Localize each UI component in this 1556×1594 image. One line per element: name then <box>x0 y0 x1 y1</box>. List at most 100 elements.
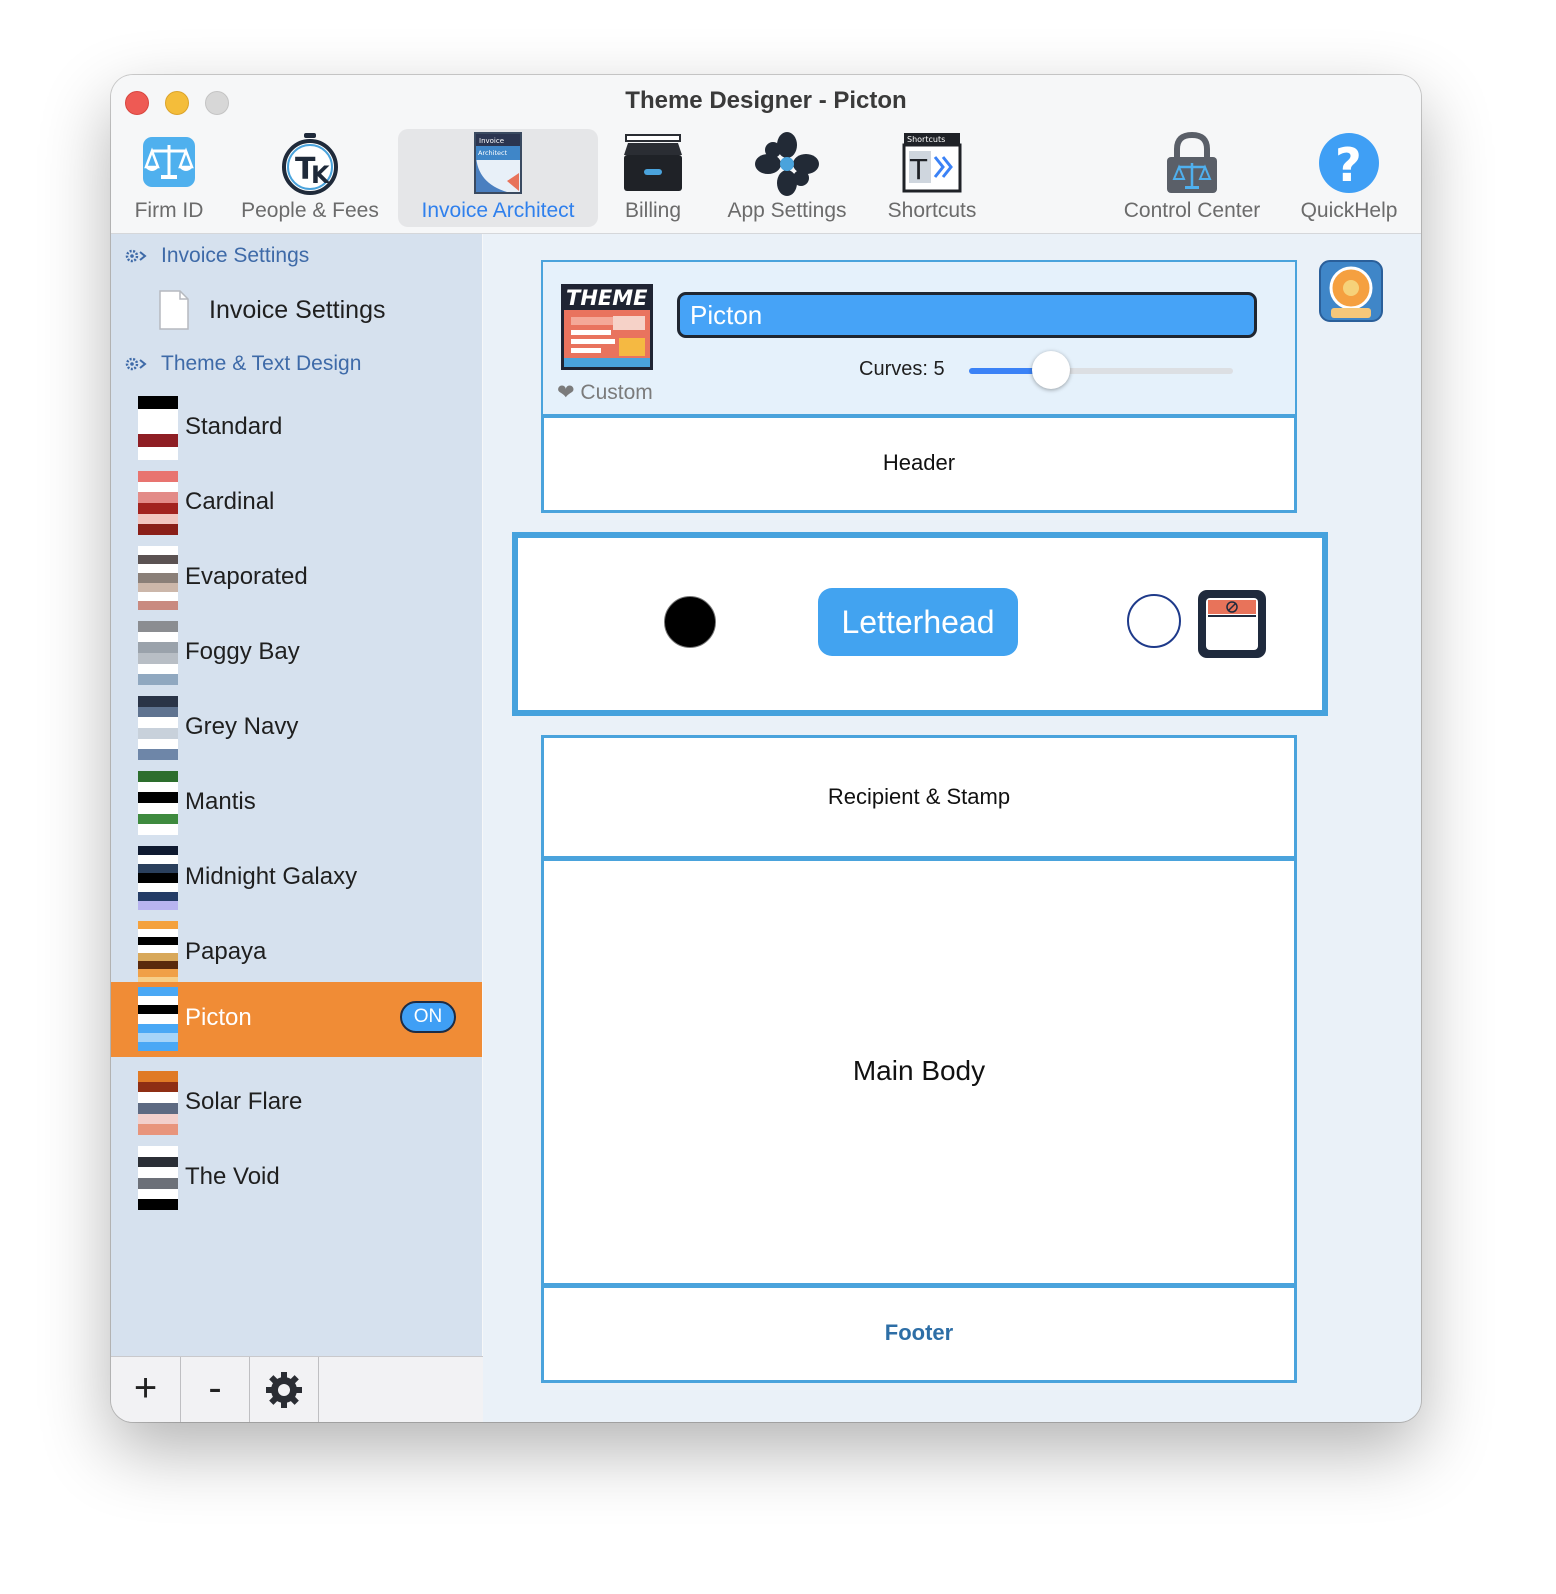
toolbar-label: People & Fees <box>241 199 379 222</box>
gear-icon <box>266 1372 302 1408</box>
swatch-stripe <box>138 582 178 592</box>
invoice-text: Invoice <box>479 137 504 145</box>
swatch-stripe <box>138 945 178 953</box>
architect-text: Architect <box>478 149 508 157</box>
add-theme-button[interactable]: + <box>111 1357 181 1422</box>
swatch-stripe <box>138 447 178 460</box>
main-body-label: Main Body <box>852 1055 986 1086</box>
toolbar-firm-id[interactable]: Firm ID <box>121 129 217 227</box>
swatch-stripe <box>138 1081 178 1093</box>
curves-slider[interactable] <box>969 351 1233 389</box>
theme-item[interactable]: Standard <box>111 391 482 466</box>
theme-swatch-icon <box>138 771 178 836</box>
toolbar-people-fees[interactable]: T K People & Fees <box>229 129 391 227</box>
theme-item[interactable]: Mantis <box>111 766 482 841</box>
curves-slider-knob[interactable] <box>1031 351 1070 389</box>
theme-name: Mantis <box>185 788 256 815</box>
swatch-stripe <box>138 471 178 482</box>
theme-item[interactable]: Papaya <box>111 916 482 991</box>
swatch-stripe <box>138 1146 178 1157</box>
sidebar-bottom-bar: + - <box>111 1356 484 1422</box>
theme-item[interactable]: Cardinal <box>111 466 482 541</box>
swatch-stripe <box>138 573 178 583</box>
theme-logo-icon: THEME <box>561 284 653 370</box>
swatch-stripe <box>138 421 178 435</box>
swatch-stripe <box>138 642 178 654</box>
toolbar-app-settings[interactable]: App Settings <box>716 129 858 227</box>
theme-item[interactable]: Midnight Galaxy <box>111 841 482 916</box>
theme-name: Midnight Galaxy <box>185 863 358 890</box>
letterhead-radio-filled[interactable] <box>664 596 716 648</box>
window-title: Theme Designer - Picton <box>625 87 907 114</box>
swatch-stripe <box>138 728 178 739</box>
toolbar-shortcuts[interactable]: Shortcuts T Shortcuts <box>871 129 993 227</box>
theme-item[interactable]: Evaporated <box>111 541 482 616</box>
theme-swatch-icon <box>138 921 178 985</box>
gear-chevron-icon <box>125 249 147 263</box>
toolbar-label: App Settings <box>727 199 847 222</box>
toolbar-quickhelp[interactable]: ? QuickHelp <box>1289 129 1409 227</box>
active-theme-badge: ON <box>400 1001 456 1033</box>
swatch-stripe <box>138 653 178 664</box>
theme-item[interactable]: Grey Navy <box>111 691 482 766</box>
swatch-stripe <box>138 891 178 901</box>
theme-swatch-icon <box>138 846 178 910</box>
swatch-stripe <box>138 1041 178 1051</box>
swatch-stripe <box>138 749 178 761</box>
main-body-section[interactable]: Main Body <box>541 858 1297 1286</box>
header-section[interactable]: Header <box>541 415 1297 513</box>
theme-item[interactable]: Solar Flare <box>111 1066 482 1141</box>
swatch-stripe <box>138 929 178 937</box>
letterhead-button[interactable]: Letterhead <box>818 588 1018 656</box>
preview-badge-icon[interactable] <box>1319 260 1383 322</box>
toolbar-invoice-architect[interactable]: Invoice Architect Invoice Architect <box>398 129 598 227</box>
recipient-stamp-section[interactable]: Recipient & Stamp <box>541 735 1297 859</box>
swatch-stripe <box>138 434 178 448</box>
remove-theme-button[interactable]: - <box>181 1357 250 1422</box>
swatch-stripe <box>138 696 178 707</box>
theme-name: Picton <box>185 1004 252 1031</box>
swatch-stripe <box>138 564 178 574</box>
swatch-stripe <box>138 882 178 892</box>
swatch-stripe <box>138 855 178 865</box>
footer-section[interactable]: Footer <box>541 1285 1297 1383</box>
theme-item[interactable]: Picton ON <box>111 982 482 1057</box>
swatch-stripe <box>138 396 178 409</box>
theme-name: Solar Flare <box>185 1088 303 1115</box>
swatch-stripe <box>138 1156 178 1168</box>
gear-chevron-icon <box>125 357 147 371</box>
sidebar-section-theme-text-design[interactable]: Theme & Text Design <box>125 352 361 376</box>
swatch-stripe <box>138 706 178 718</box>
settings-button[interactable] <box>250 1357 319 1422</box>
swatch-stripe <box>138 663 178 675</box>
sidebar-item-invoice-settings[interactable]: Invoice Settings <box>159 288 386 332</box>
theme-logo-text: THEME <box>566 286 648 310</box>
swatch-stripe <box>138 738 178 750</box>
custom-label: ❤ Custom <box>557 381 653 404</box>
swatch-stripe <box>138 1188 178 1200</box>
sidebar-section-invoice-settings[interactable]: Invoice Settings <box>125 244 309 268</box>
theme-name: Grey Navy <box>185 713 299 740</box>
swatch-stripe <box>138 846 178 856</box>
swatch-stripe <box>138 555 178 565</box>
swatch-stripe <box>138 873 178 883</box>
swatch-stripe <box>138 674 178 686</box>
swatch-stripe <box>138 996 178 1006</box>
theme-swatch-icon <box>138 621 178 686</box>
theme-name: Standard <box>185 413 283 440</box>
theme-item[interactable]: Foggy Bay <box>111 616 482 691</box>
flower-gear-icon <box>755 132 819 196</box>
toolbar-label: Invoice Architect <box>421 199 575 222</box>
theme-name: Papaya <box>185 938 267 965</box>
lock-scales-icon <box>1167 131 1217 193</box>
toolbar-billing[interactable]: Billing <box>605 129 701 227</box>
swatch-stripe <box>138 1023 178 1033</box>
swatch-stripe <box>138 717 178 729</box>
toolbar-control-center[interactable]: Control Center <box>1111 129 1273 227</box>
letterhead-radio-empty[interactable] <box>1127 594 1181 648</box>
layout-preview-icon[interactable] <box>1196 588 1268 660</box>
theme-item[interactable]: The Void <box>111 1141 482 1216</box>
shortcuts-icon: Shortcuts T <box>902 133 962 193</box>
swatch-stripe <box>138 1014 178 1024</box>
theme-name-field[interactable]: Picton <box>677 292 1257 338</box>
